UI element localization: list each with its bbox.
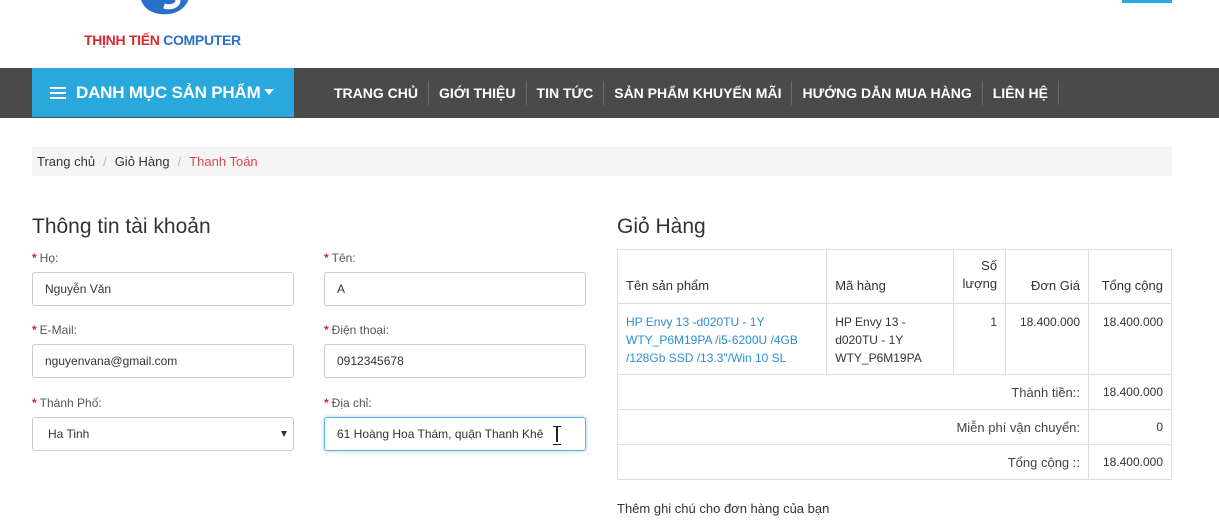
breadcrumb-separator: / [177, 154, 182, 169]
breadcrumb-cart-link[interactable]: Giỏ Hàng [115, 154, 170, 169]
city-label-text: Thành Phố: [39, 396, 102, 410]
chevron-down-icon [264, 89, 274, 95]
phone-label-text: Điện thoại: [331, 323, 390, 337]
city-label: * Thành Phố: [32, 396, 102, 410]
cart-table: Tên sản phẩm Mã hàng Số lượng Đơn Giá Tổn… [616, 249, 1172, 480]
email-label-text: E-Mail: [39, 323, 78, 337]
cart-section-title: Giỏ Hàng [617, 215, 706, 238]
first-name-label-text: Tên: [331, 251, 356, 265]
first-name-label: * Tên: [324, 251, 356, 265]
nav-item-contact[interactable]: LIÊN HỆ [983, 81, 1059, 105]
logo-text: THỊNH TIẾN COMPUTER [84, 32, 241, 48]
nav-item-about[interactable]: GIỚI THIỆU [429, 81, 527, 105]
grand-total-label: Tổng cộng :: [616, 444, 1090, 480]
city-select[interactable]: Ha Tinh [32, 417, 294, 451]
first-name-field[interactable]: A [324, 272, 586, 306]
header-quantity: Số lượng [953, 249, 1007, 304]
grand-total-row: Tổng cộng :: 18.400.000 [616, 444, 1172, 480]
first-name-value: A [337, 282, 346, 296]
subtotal-label: Thành tiền:: [616, 374, 1090, 410]
header-quantity-line2: lượng [962, 276, 998, 291]
phone-field[interactable]: 0912345678 [324, 344, 586, 378]
product-code-cell: HP Envy 13 - d020TU - 1Y WTY_P6M19PA [826, 303, 955, 375]
logo-mark-icon [141, 0, 189, 15]
email-value: nguyenvana@gmail.com [45, 354, 178, 368]
shipping-label: Miễn phí vận chuyển: [616, 409, 1090, 445]
shipping-row: Miễn phí vận chuyển: 0 [616, 409, 1172, 445]
breadcrumb-home-link[interactable]: Trang chủ [37, 154, 95, 169]
header-unit-price: Đơn Giá [1005, 249, 1090, 304]
text-cursor-icon [553, 426, 561, 445]
product-name-cell: HP Envy 13 -d020TU - 1Y WTY_P6M19PA /i5-… [616, 303, 828, 375]
city-value: Ha Tinh [48, 427, 90, 441]
email-label: * E-Mail: [32, 323, 77, 337]
required-marker: * [32, 323, 37, 337]
breadcrumb: Trang chủ / Giỏ Hàng / Thanh Toán [32, 147, 1172, 176]
logo-text-part-1: THỊNH TIẾN [84, 32, 160, 48]
required-marker: * [32, 396, 37, 410]
account-section-title: Thông tin tài khoản [32, 215, 211, 238]
address-label-text: Địa chỉ: [331, 396, 372, 410]
main-menu: TRANG CHỦ GIỚI THIỆU TIN TỨC SẢN PHẨM KH… [324, 68, 1059, 118]
last-name-label-text: Họ: [39, 251, 59, 265]
table-row: HP Envy 13 -d020TU - 1Y WTY_P6M19PA /i5-… [616, 303, 1172, 375]
cart-header-row: Tên sản phẩm Mã hàng Số lượng Đơn Giá Tổn… [616, 249, 1172, 304]
breadcrumb-current: Thanh Toán [189, 154, 258, 169]
last-name-value: Nguyễn Văn [45, 282, 112, 296]
email-field[interactable]: nguyenvana@gmail.com [32, 344, 294, 378]
product-qty-cell: 1 [953, 303, 1007, 375]
product-category-label: DANH MỤC SẢN PHẨM [76, 82, 261, 102]
required-marker: * [32, 251, 37, 265]
logo-text-part-2: COMPUTER [163, 32, 241, 48]
last-name-label: * Họ: [32, 251, 58, 265]
last-name-field[interactable]: Nguyễn Văn [32, 272, 294, 306]
product-link[interactable]: HP Envy 13 -d020TU - 1Y WTY_P6M19PA /i5-… [626, 315, 798, 365]
header-product-code: Mã hàng [826, 249, 955, 304]
required-marker: * [324, 251, 329, 265]
header-total: Tổng cộng [1088, 249, 1172, 304]
product-price-cell: 18.400.000 [1005, 303, 1090, 375]
menu-icon [50, 86, 66, 99]
address-value: 61 Hoàng Hoa Thám, quận Thanh Khê [337, 427, 544, 441]
dropdown-arrow-icon [281, 431, 287, 437]
nav-item-home[interactable]: TRANG CHỦ [324, 81, 429, 105]
nav-item-news[interactable]: TIN TỨC [527, 81, 605, 105]
product-total-cell: 18.400.000 [1088, 303, 1172, 375]
header-product-name: Tên sản phẩm [616, 249, 828, 304]
top-right-accent-bar [1122, 0, 1172, 3]
product-category-button[interactable]: DANH MỤC SẢN PHẨM [32, 68, 294, 117]
required-marker: * [324, 396, 329, 410]
breadcrumb-separator: / [103, 154, 107, 169]
phone-label: * Điện thoại: [324, 323, 389, 337]
grand-total-value: 18.400.000 [1088, 444, 1172, 480]
address-field[interactable]: 61 Hoàng Hoa Thám, quận Thanh Khê [324, 417, 586, 451]
header-quantity-line1: Số [981, 258, 998, 273]
required-marker: * [324, 323, 329, 337]
shipping-value: 0 [1088, 409, 1172, 445]
subtotal-value: 18.400.000 [1088, 374, 1172, 410]
nav-item-buying-guide[interactable]: HƯỚNG DẪN MUA HÀNG [792, 81, 983, 105]
subtotal-row: Thành tiền:: 18.400.000 [616, 374, 1172, 410]
nav-item-promotions[interactable]: SẢN PHẨM KHUYẾN MÃI [604, 81, 793, 105]
site-logo[interactable]: THỊNH TIẾN COMPUTER [84, 0, 254, 60]
address-label: * Địa chỉ: [324, 396, 372, 410]
phone-value: 0912345678 [337, 354, 404, 368]
order-note-label: Thêm ghi chú cho đơn hàng của bạn [617, 501, 830, 516]
